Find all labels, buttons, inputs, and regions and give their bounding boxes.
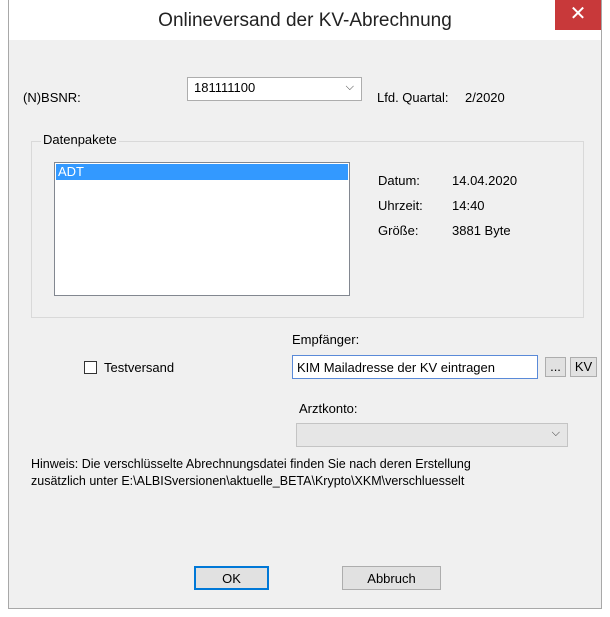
uhrzeit-label: Uhrzeit: [378,198,423,213]
empfaenger-field[interactable] [292,355,538,379]
arztkonto-select[interactable]: ⌵ [296,423,568,447]
title-bar[interactable]: Onlineversand der KV-Abrechnung ✕ [9,0,601,40]
testversand-checkbox[interactable] [84,361,97,374]
groesse-label: Größe: [378,223,419,238]
hint-line-2: zusätzlich unter E:\ALBISversionen\aktue… [31,474,465,488]
datenpakete-title: Datenpakete [41,132,119,147]
kv-abrechnung-dialog: Onlineversand der KV-Abrechnung ✕ (N)BSN… [8,0,602,609]
arztkonto-label: Arztkonto: [299,401,358,416]
ok-button[interactable]: OK [194,566,269,590]
quartal-value: 2/2020 [465,90,505,105]
empfaenger-label: Empfänger: [292,332,360,347]
chevron-down-icon: ⌵ [551,427,560,439]
uhrzeit-value: 14:40 [452,198,485,213]
hint-line-1: Hinweis: Die verschlüsselte Abrechnungsd… [31,457,471,471]
hint-text: Hinweis: Die verschlüsselte Abrechnungsd… [31,456,597,490]
bsnr-label: (N)BSNR: [23,90,81,105]
datenpakete-list[interactable]: ADT [54,162,350,296]
empfaenger-input[interactable] [293,356,537,378]
kv-button[interactable]: KV [570,357,597,377]
chevron-down-icon: ⌵ [345,81,354,93]
window-title: Onlineversand der KV-Abrechnung [158,10,452,31]
bsnr-value: 181111100 [194,80,256,95]
browse-button[interactable]: ... [545,357,566,377]
testversand-label[interactable]: Testversand [104,360,174,375]
bsnr-select[interactable]: 181111100 ⌵ [187,77,362,101]
groesse-value: 3881 Byte [452,223,511,238]
cancel-button[interactable]: Abbruch [342,566,441,590]
datum-value: 14.04.2020 [452,173,518,188]
close-button[interactable]: ✕ [555,0,601,30]
datum-label: Datum: [378,173,420,188]
list-item-selected[interactable]: ADT [56,164,348,180]
quartal-label: Lfd. Quartal: [377,90,449,105]
